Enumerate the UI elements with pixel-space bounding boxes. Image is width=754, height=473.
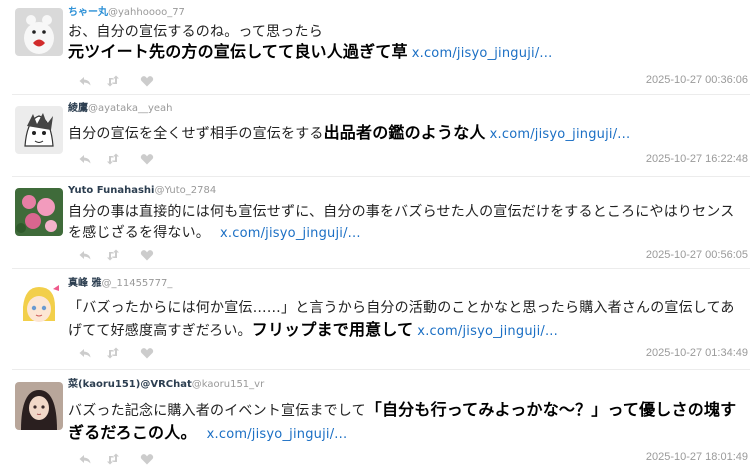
author-handle[interactable]: @Yuto_2784 xyxy=(154,185,216,196)
tweet-actions xyxy=(78,248,168,262)
author-name[interactable]: 菜(kaoru151)@VRChat xyxy=(68,379,192,390)
reply-icon[interactable] xyxy=(78,74,92,88)
tweet-text: 自分の宣伝を全くせず相手の宣伝をする出品者の鑑のような人 x.com/jisyo_… xyxy=(68,123,748,145)
author-handle[interactable]: @yahhoooo_77 xyxy=(108,7,185,18)
heart-icon[interactable] xyxy=(140,346,154,360)
author-name[interactable]: 真峰 雅 xyxy=(68,278,101,289)
tweet-card: 菜(kaoru151)@VRChat@kaoru151_vr バズった記念に購入… xyxy=(0,372,754,473)
tweet-link[interactable]: x.com/jisyo_jinguji/... xyxy=(220,226,361,241)
tweet-text: 自分の事は直接的には何も宣伝せずに、自分の事をバズらせた人の宣伝だけをするところ… xyxy=(68,202,748,244)
tweet-card: 真峰 雅@_11455777_ 「バズったからには何か宣伝……」と言うから自分の… xyxy=(0,271,754,369)
tweet-link[interactable]: x.com/jisyo_jinguji/... xyxy=(490,127,631,142)
tweet-actions xyxy=(78,74,168,88)
tweet-actions xyxy=(78,346,168,360)
timestamp[interactable]: 2025-10-27 01:34:49 xyxy=(646,347,748,359)
tweet-text-bold: フリップまで用意して xyxy=(251,320,414,339)
tweet-link[interactable]: x.com/jisyo_jinguji/... xyxy=(412,46,553,61)
divider xyxy=(12,176,750,177)
tweet-actions xyxy=(78,452,168,466)
tweet-text: お、自分の宣伝するのね。って思ったら 元ツイート先の方の宣伝してて良い人過ぎて草… xyxy=(68,22,748,64)
avatar[interactable] xyxy=(15,382,63,430)
author-name[interactable]: 綾鷹 xyxy=(68,103,88,114)
tweet-text-bold: 出品者の鑑のような人 xyxy=(323,123,486,142)
reply-icon[interactable] xyxy=(78,452,92,466)
tweet-card: 綾鷹@ayataka__yeah 自分の宣伝を全くせず相手の宣伝をする出品者の鑑… xyxy=(0,96,754,176)
avatar[interactable] xyxy=(15,8,63,56)
reply-icon[interactable] xyxy=(78,152,92,166)
divider xyxy=(12,268,750,269)
reply-icon[interactable] xyxy=(78,248,92,262)
heart-icon[interactable] xyxy=(140,248,154,262)
author-name[interactable]: Yuto Funahashi xyxy=(68,185,154,196)
reply-icon[interactable] xyxy=(78,346,92,360)
timestamp[interactable]: 2025-10-27 18:01:49 xyxy=(646,451,748,463)
tweet-text-plain: お、自分の宣伝するのね。って思ったら xyxy=(68,24,323,40)
author-handle[interactable]: @kaoru151_vr xyxy=(192,379,264,390)
tweet-link[interactable]: x.com/jisyo_jinguji/... xyxy=(417,324,558,339)
retweet-icon[interactable] xyxy=(106,74,120,88)
heart-icon[interactable] xyxy=(140,452,154,466)
tweet-text-plain: 自分の事は直接的には何も宣伝せずに、自分の事をバズらせた人の宣伝だけをするところ… xyxy=(68,204,735,241)
tweet-card: ちゃー丸@yahhoooo_77 お、自分の宣伝するのね。って思ったら 元ツイー… xyxy=(0,0,754,92)
tweet-card: Yuto Funahashi@Yuto_2784 自分の事は直接的には何も宣伝せ… xyxy=(0,178,754,268)
avatar[interactable] xyxy=(15,281,63,329)
tweet-actions xyxy=(78,152,168,166)
retweet-icon[interactable] xyxy=(106,346,120,360)
author-handle[interactable]: @ayataka__yeah xyxy=(88,103,173,114)
tweet-text: バズった記念に購入者のイベント宣伝までして「自分も行ってみよっかな～？」って優し… xyxy=(68,399,748,446)
retweet-icon[interactable] xyxy=(106,152,120,166)
avatar[interactable] xyxy=(15,188,63,236)
tweet-text-bold: 元ツイート先の方の宣伝してて良い人過ぎて草 xyxy=(68,42,408,61)
timestamp[interactable]: 2025-10-27 16:22:48 xyxy=(646,153,748,165)
tweet-link[interactable]: x.com/jisyo_jinguji/... xyxy=(207,427,348,442)
author-name[interactable]: ちゃー丸 xyxy=(68,7,108,18)
timestamp[interactable]: 2025-10-27 00:36:06 xyxy=(646,74,748,86)
avatar[interactable] xyxy=(15,106,63,154)
author-handle[interactable]: @_11455777_ xyxy=(101,278,172,289)
divider xyxy=(12,94,750,95)
retweet-icon[interactable] xyxy=(106,248,120,262)
tweet-text-plain: バズった記念に購入者のイベント宣伝までして xyxy=(68,403,366,419)
tweet-text-plain: 自分の宣伝を全くせず相手の宣伝をする xyxy=(68,126,324,142)
heart-icon[interactable] xyxy=(140,152,154,166)
tweet-text: 「バズったからには何か宣伝……」と言うから自分の活動のことかなと思ったら購入者さ… xyxy=(68,297,748,343)
retweet-icon[interactable] xyxy=(106,452,120,466)
heart-icon[interactable] xyxy=(140,74,154,88)
timestamp[interactable]: 2025-10-27 00:56:05 xyxy=(646,249,748,261)
divider xyxy=(12,369,750,370)
